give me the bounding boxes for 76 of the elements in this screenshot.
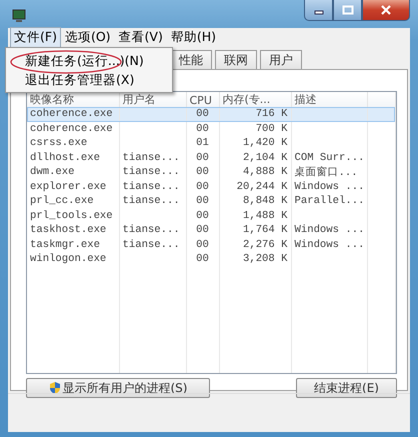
table-cell: dwm.exe — [30, 166, 75, 178]
table-cell: 2,276 K — [242, 238, 288, 251]
tab[interactable]: 联网 — [215, 50, 257, 69]
table-cell: csrss.exe — [30, 137, 88, 150]
process-row[interactable]: prl_tools.exe 00 1,488 K — [27, 208, 395, 223]
table-cell: coherence.exe — [30, 108, 113, 120]
tab[interactable]: 性能 — [170, 50, 212, 69]
table-cell: Windows ... — [294, 180, 364, 193]
table-cell: 01 — [196, 137, 209, 150]
table-cell: tianse... — [122, 238, 180, 251]
close-icon — [380, 5, 392, 15]
table-cell: COM Surr... — [294, 152, 364, 164]
table-cell: 00 — [196, 195, 209, 208]
table-cell: Windows ... — [294, 224, 364, 236]
table-cell: 00 — [196, 166, 209, 178]
table-cell: tianse... — [122, 166, 180, 178]
table-cell: explorer.exe — [30, 180, 106, 193]
table-cell: winlogon.exe — [30, 253, 106, 266]
table-cell: 00 — [196, 180, 209, 193]
table-cell: 1,420 K — [242, 137, 288, 150]
table-cell: 8,848 K — [242, 195, 288, 208]
menu-option[interactable]: 退出任务管理器(X) — [8, 70, 170, 89]
column-header[interactable]: CPU — [186, 92, 219, 107]
table-cell: 1,764 K — [242, 224, 288, 236]
column-header[interactable]: 内存(专... — [219, 92, 291, 107]
table-cell: 00 — [196, 152, 209, 164]
process-row[interactable]: csrss.exe 01 1,420 K — [27, 136, 395, 150]
close-button[interactable] — [362, 0, 410, 21]
table-cell: 00 — [196, 108, 209, 120]
table-cell: tianse... — [122, 224, 180, 236]
table-cell: Windows ... — [294, 238, 364, 251]
process-row[interactable]: winlogon.exe 00 3,208 K — [27, 252, 395, 266]
process-row[interactable]: prl_cc.exe tianse... 00 8,848 K Parallel... — [27, 194, 395, 208]
menu-item[interactable]: 查看(V) — [114, 27, 167, 48]
table-cell: 00 — [196, 238, 209, 251]
table-cell: 700 K — [256, 122, 288, 135]
table-cell: tianse... — [122, 152, 180, 164]
table-cell: 桌面窗口... — [294, 167, 358, 180]
process-row[interactable]: dllhost.exe tianse... 00 2,104 K COM Surr... — [27, 150, 395, 165]
process-row[interactable]: coherence.exe 00 716 K — [27, 107, 395, 122]
table-cell: 1,488 K — [242, 210, 288, 222]
table-cell: 00 — [196, 210, 209, 222]
table-cell: 4,888 K — [242, 166, 288, 178]
table-cell: 716 K — [256, 108, 288, 120]
table-cell: 00 — [196, 122, 209, 135]
table-cell: 00 — [196, 253, 209, 266]
app-icon — [12, 9, 26, 22]
process-row[interactable]: taskmgr.exe tianse... 00 2,276 K Windows ... — [27, 238, 395, 252]
table-cell: 20,244 K — [236, 180, 288, 193]
minimize-button[interactable] — [304, 0, 333, 21]
column-header[interactable]: 描述 — [291, 92, 367, 107]
column-header[interactable]: 用户名 — [119, 92, 186, 107]
table-cell: 3,208 K — [242, 253, 288, 266]
table-cell: 2,104 K — [242, 152, 288, 164]
table-cell: taskhost.exe — [30, 224, 106, 236]
table-cell: 00 — [196, 224, 209, 236]
table-cell: tianse... — [122, 180, 180, 193]
column-header[interactable]: 映像名称 — [27, 92, 119, 107]
process-row[interactable]: explorer.exe tianse... 00 20,244 K Windows ... — [27, 180, 395, 194]
table-cell: prl_cc.exe — [30, 195, 94, 208]
table-cell: Parallel... — [294, 195, 364, 208]
process-row[interactable]: coherence.exe 00 700 K — [27, 122, 395, 136]
maximize-button[interactable] — [333, 0, 362, 21]
table-cell: tianse... — [122, 195, 180, 208]
process-row[interactable]: dwm.exe tianse... 00 4,888 K 桌面窗口... — [27, 165, 395, 180]
menu-item[interactable]: 选项(O) — [60, 27, 115, 48]
tab[interactable]: 用户 — [260, 50, 302, 69]
table-cell: taskmgr.exe — [30, 238, 100, 251]
table-cell: dllhost.exe — [30, 152, 100, 164]
maximize-icon — [342, 5, 354, 15]
process-row[interactable]: taskhost.exe tianse... 00 1,764 K Windows ... — [27, 223, 395, 238]
table-cell: prl_tools.exe — [30, 210, 113, 222]
table-cell: coherence.exe — [30, 122, 113, 135]
menu-item[interactable]: 帮助(H) — [166, 27, 220, 48]
shield-icon — [48, 381, 60, 395]
menu-item[interactable]: 文件(F) — [10, 27, 61, 48]
